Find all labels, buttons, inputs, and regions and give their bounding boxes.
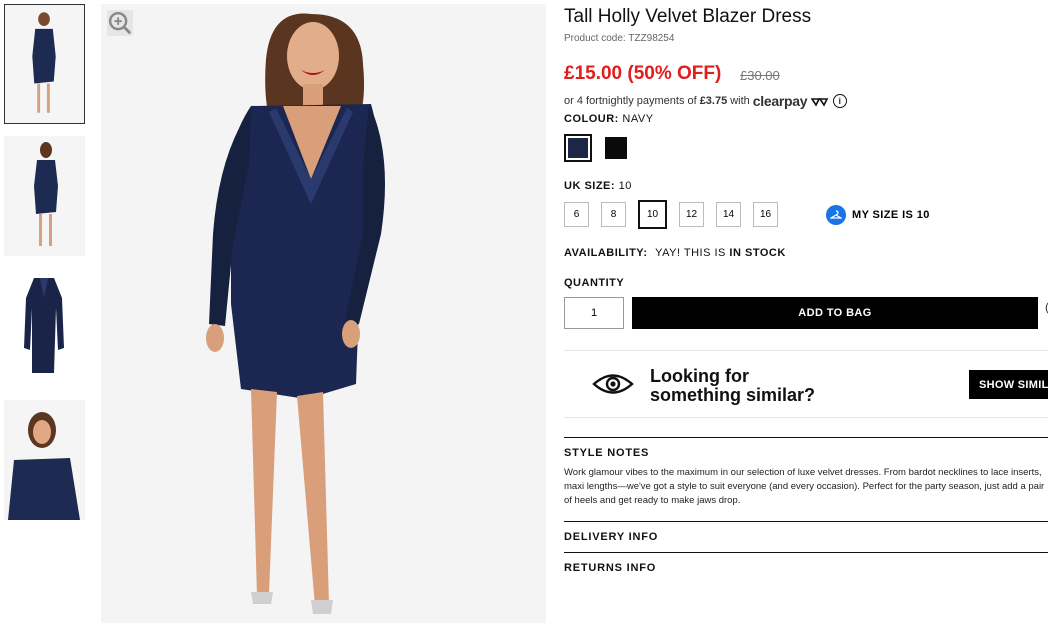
model-closeup-thumbnail-image: [4, 400, 85, 520]
product-title: Tall Holly Velvet Blazer Dress: [564, 6, 812, 27]
size-12[interactable]: 12: [679, 202, 704, 227]
size-14[interactable]: 14: [716, 202, 741, 227]
main-product-image[interactable]: [101, 4, 546, 623]
style-notes-text: Work glamour vibes to the maximum in our…: [564, 467, 1045, 506]
colour-label-row: COLOUR: NAVY: [564, 113, 654, 125]
my-size-label: MY SIZE IS 10: [852, 209, 930, 221]
style-notes-section: STYLE NOTES Work glamour vibes to the ma…: [564, 437, 1048, 508]
product-code: Product code: TZZ98254: [564, 33, 675, 44]
clearpay-arrows-icon: [810, 98, 829, 107]
thumbnail-closeup[interactable]: [4, 400, 85, 520]
thumbnail-flat[interactable]: [4, 268, 85, 388]
availability-row: AVAILABILITY: YAY! THIS IS IN STOCK: [564, 247, 786, 259]
dress-flat-thumbnail-image: [4, 268, 85, 388]
zoom-button[interactable]: [107, 10, 133, 36]
quantity-label: QUANTITY: [564, 277, 625, 289]
sale-price: £15.00 (50% OFF): [564, 63, 722, 84]
model-wearing-dress-image: [101, 4, 546, 623]
my-size-button[interactable]: MY SIZE IS 10: [826, 205, 930, 225]
quantity-input[interactable]: [564, 297, 624, 329]
colour-swatches: [564, 134, 630, 162]
size-label-row: UK SIZE: 10: [564, 180, 632, 192]
payments-amount: £3.75: [699, 95, 728, 107]
payments-text: or 4 fortnightly payments of: [564, 95, 697, 107]
info-icon[interactable]: i: [832, 94, 847, 108]
size-value: 10: [618, 180, 632, 192]
swatch-black[interactable]: [602, 134, 630, 162]
availability-prefix: YAY! THIS IS: [655, 247, 726, 259]
clearpay-logo: clearpay: [753, 93, 829, 109]
colour-label: COLOUR:: [564, 113, 619, 125]
similar-items-banner: Looking for something similar? SHOW SIMI…: [564, 350, 1048, 418]
size-6[interactable]: 6: [564, 202, 589, 227]
thumbnail-front[interactable]: [4, 4, 85, 124]
availability-label: AVAILABILITY:: [564, 247, 648, 259]
size-10[interactable]: 10: [638, 200, 667, 229]
eye-icon: [592, 374, 634, 394]
delivery-info-section[interactable]: DELIVERY INFO: [564, 521, 1048, 543]
size-options: 6 8 10 12 14 16: [564, 200, 778, 229]
delivery-info-heading[interactable]: DELIVERY INFO: [564, 522, 1048, 543]
returns-info-heading[interactable]: RETURNS INFO: [564, 553, 1048, 574]
payments-with: with: [730, 95, 750, 107]
style-notes-heading[interactable]: STYLE NOTES: [564, 438, 1048, 459]
model-front-thumbnail-image: [5, 5, 84, 123]
size-16[interactable]: 16: [753, 202, 778, 227]
thumbnail-back[interactable]: [4, 136, 85, 256]
availability-status: IN STOCK: [729, 247, 786, 259]
clearpay-wordmark: clearpay: [752, 93, 808, 109]
swatch-navy[interactable]: [564, 134, 592, 162]
original-price: £30.00: [740, 68, 780, 83]
model-back-thumbnail-image: [4, 136, 85, 256]
hanger-icon: [826, 205, 846, 225]
clearpay-payments: or 4 fortnightly payments of £3.75 with …: [564, 93, 847, 109]
colour-value: NAVY: [622, 113, 654, 125]
add-to-bag-button[interactable]: ADD TO BAG: [632, 297, 1038, 329]
size-8[interactable]: 8: [601, 202, 626, 227]
thumbnail-gallery: [4, 4, 85, 532]
zoom-in-icon: [108, 11, 132, 35]
returns-info-section[interactable]: RETURNS INFO: [564, 552, 1048, 574]
similar-heading: Looking for something similar?: [650, 367, 815, 405]
show-similar-button[interactable]: SHOW SIMILAR: [969, 370, 1048, 399]
similar-line2: something similar?: [650, 385, 816, 405]
size-label: UK SIZE:: [564, 180, 616, 192]
similar-line1: Looking for: [650, 366, 749, 386]
